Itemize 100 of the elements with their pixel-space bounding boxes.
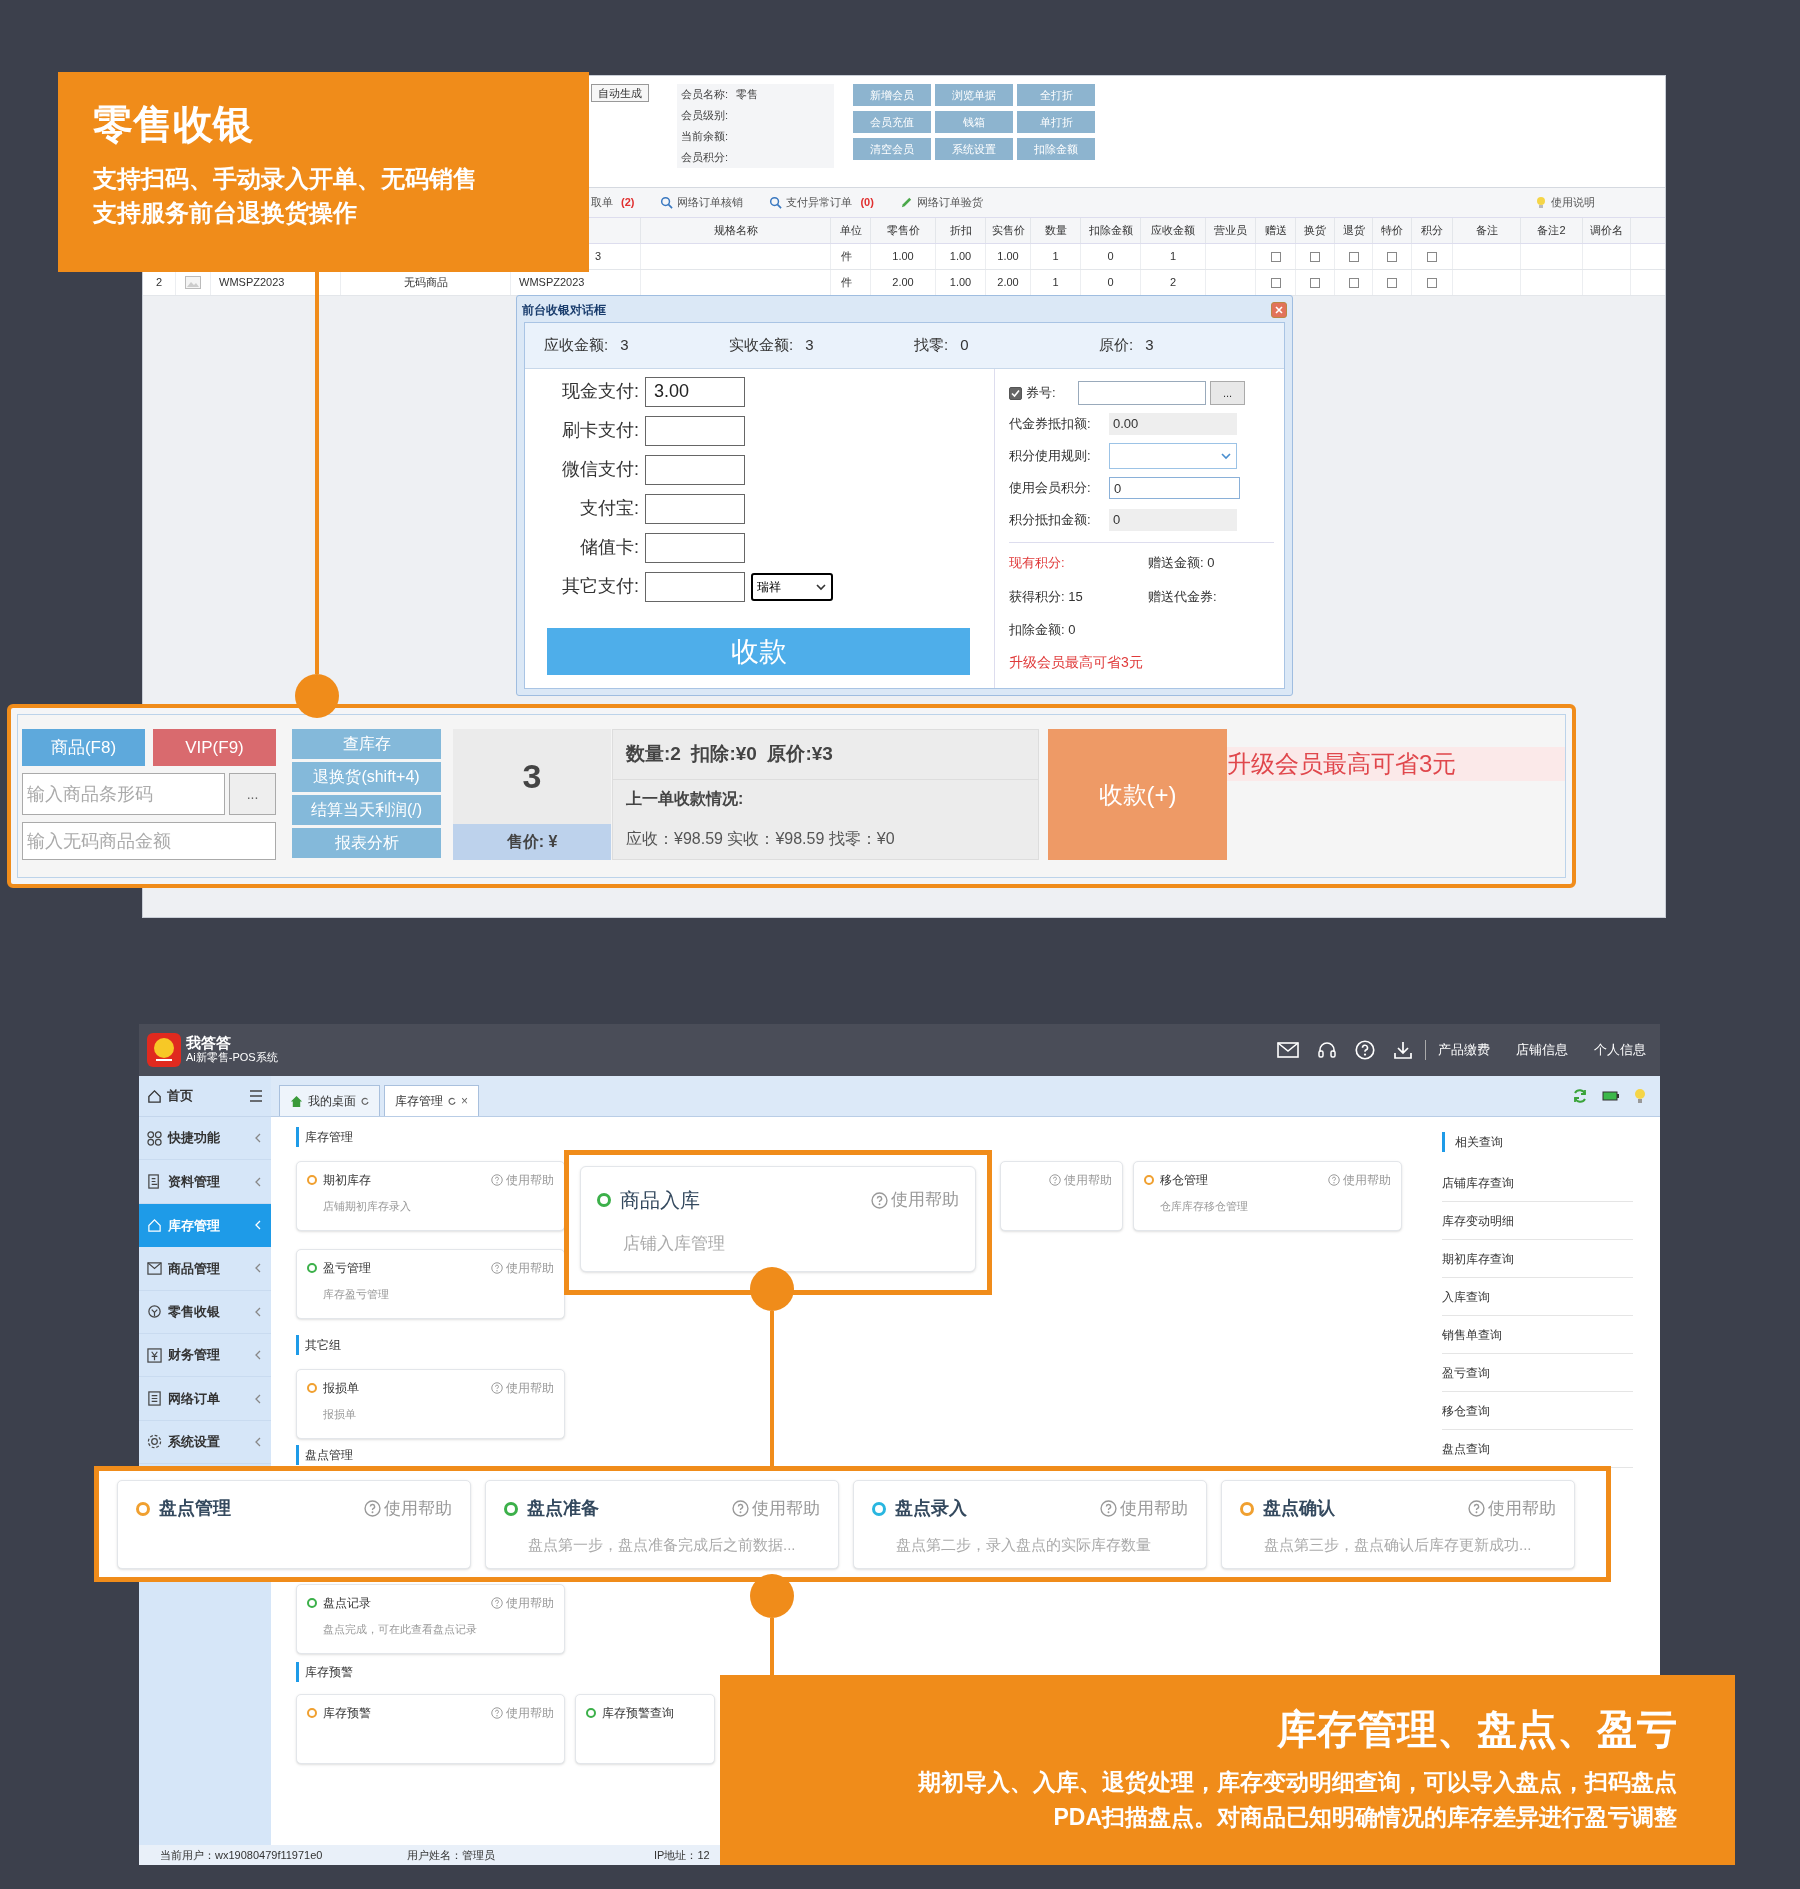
toolbar-link[interactable]: 支付异常订单 (0) xyxy=(769,194,874,211)
query-link[interactable]: 店铺库存查询 xyxy=(1442,1173,1514,1192)
feature-card[interactable]: 库存预警查询 xyxy=(575,1694,715,1764)
section-title: 库存预警 xyxy=(296,1662,353,1682)
refresh-icon[interactable] xyxy=(1572,1088,1588,1104)
field-label: 会员积分: xyxy=(681,150,729,166)
sidebar-item[interactable]: 网络订单 xyxy=(139,1377,271,1421)
column-header: 规格名称 xyxy=(713,223,758,239)
checkbox[interactable] xyxy=(1427,277,1437,288)
sidebar-item[interactable]: 资料管理 xyxy=(139,1160,271,1204)
amount-input[interactable]: 输入无码商品金额 xyxy=(22,822,276,860)
browse-button[interactable]: ... xyxy=(229,773,276,815)
help-icon[interactable] xyxy=(1355,1040,1375,1060)
generate-button[interactable]: 自动生成 xyxy=(591,84,649,102)
card-description: 仓库库存移仓管理 xyxy=(1159,1199,1249,1214)
field-label: 使用会员积分: xyxy=(1009,479,1092,498)
feature-card[interactable]: 库存预警 使用帮助 xyxy=(296,1694,565,1764)
barcode-input[interactable]: 输入商品条形码 xyxy=(22,773,225,815)
headset-icon[interactable] xyxy=(1317,1040,1337,1060)
payment-select[interactable]: 瑞祥 xyxy=(751,572,833,601)
header-link[interactable]: 产品缴费 xyxy=(1438,1040,1490,1060)
checkbox[interactable] xyxy=(1009,386,1022,400)
help-icon xyxy=(491,1597,503,1609)
feature-card[interactable]: 盘点确认 使用帮助 盘点第三步，盘点确认后库存更新成功... xyxy=(1221,1480,1575,1569)
points-input[interactable]: 0 xyxy=(1109,477,1240,499)
list-icon xyxy=(147,1391,162,1407)
query-link[interactable]: 盈亏查询 xyxy=(1442,1363,1490,1382)
status-text: IP地址：12 xyxy=(654,1848,710,1861)
payment-input[interactable] xyxy=(645,454,745,485)
envelope-icon[interactable] xyxy=(1277,1042,1299,1058)
search-icon xyxy=(660,196,674,209)
header-link[interactable]: 个人信息 xyxy=(1594,1040,1646,1060)
card-title: 库存预警查询 xyxy=(602,1705,674,1722)
refresh-icon[interactable] xyxy=(361,1097,369,1105)
voucher-input[interactable] xyxy=(1078,381,1206,405)
checkbox[interactable] xyxy=(1427,251,1437,262)
refresh-icon[interactable] xyxy=(448,1097,456,1105)
checkbox[interactable] xyxy=(1348,251,1359,262)
payment-input[interactable] xyxy=(645,415,745,446)
sidebar-item[interactable]: 财务管理 xyxy=(139,1333,271,1378)
table-cell-text: 2.00 xyxy=(892,275,914,291)
close-button[interactable] xyxy=(1271,302,1287,318)
sidebar-item[interactable]: 商品管理 xyxy=(139,1247,271,1291)
close-icon[interactable] xyxy=(1275,306,1283,314)
feature-card[interactable]: 商品入库 使用帮助 店铺入库管理 xyxy=(580,1166,976,1272)
section-title: 库存管理 xyxy=(296,1127,353,1147)
callout-text: PDA扫描盘点。对商品已知明确情况的库存差异进行盈亏调整 xyxy=(1053,1803,1677,1832)
feature-card[interactable]: 盘点管理 使用帮助 xyxy=(117,1480,471,1569)
payment-input[interactable] xyxy=(645,532,745,563)
checkbox[interactable] xyxy=(1270,251,1281,262)
section-label: 上一单收款情况: xyxy=(626,789,744,809)
browse-button[interactable]: ... xyxy=(1210,381,1245,405)
battery-icon[interactable] xyxy=(1602,1090,1620,1102)
sidebar-item[interactable]: 零售收银 xyxy=(139,1290,271,1334)
feature-card[interactable]: 期初库存 使用帮助 店铺期初库存录入 xyxy=(296,1161,565,1231)
payment-input[interactable]: 3.00 xyxy=(645,376,745,407)
toolbar-link[interactable]: 网络订单核销 xyxy=(660,194,744,211)
payment-input[interactable] xyxy=(645,571,745,602)
chevron-icon xyxy=(254,1263,261,1274)
toolbar-link[interactable]: 网络订单验货 xyxy=(899,194,983,211)
table-cell-text: WMSPZ2023 xyxy=(219,275,285,291)
feature-card[interactable]: 盘点录入 使用帮助 盘点第二步，录入盘点的实际库存数量 xyxy=(853,1480,1207,1569)
help-icon xyxy=(491,1382,503,1394)
summary-value: 3 xyxy=(805,335,814,356)
column-header: 备注2 xyxy=(1537,223,1566,239)
menu-icon[interactable] xyxy=(249,1090,263,1102)
home-link[interactable]: 首页 xyxy=(167,1086,193,1106)
toolbar-link[interactable]: 取单 (2) xyxy=(591,194,635,211)
column-header: 单位 xyxy=(839,223,862,239)
checkbox[interactable] xyxy=(1310,251,1320,262)
bulb-icon[interactable] xyxy=(1634,1087,1646,1105)
payment-input[interactable] xyxy=(645,493,745,524)
card-title: 盘点记录 xyxy=(323,1595,371,1612)
feature-card[interactable]: 盘点记录 使用帮助 盘点完成，可在此查看盘点记录 xyxy=(296,1584,565,1654)
card-description: 店铺入库管理 xyxy=(622,1233,726,1255)
query-link[interactable]: 库存变动明细 xyxy=(1442,1211,1514,1230)
header-link[interactable]: 店铺信息 xyxy=(1516,1040,1568,1060)
query-link[interactable]: 移仓查询 xyxy=(1442,1401,1490,1420)
sidebar-item[interactable]: 系统设置 xyxy=(139,1420,271,1465)
checkbox[interactable] xyxy=(1270,277,1281,288)
checkbox[interactable] xyxy=(1348,277,1359,288)
feature-card[interactable]: 报损单 使用帮助 报损单 xyxy=(296,1369,565,1439)
tab[interactable]: 库存管理 × xyxy=(384,1085,479,1116)
price-label: 售价: ¥ xyxy=(453,824,611,860)
checkbox[interactable] xyxy=(1387,251,1397,262)
query-link[interactable]: 入库查询 xyxy=(1442,1287,1490,1306)
query-link[interactable]: 期初库存查询 xyxy=(1442,1249,1514,1268)
tab[interactable]: 我的桌面 xyxy=(279,1085,380,1116)
feature-card[interactable]: 盘点准备 使用帮助 盘点第一步，盘点准备完成后之前数据... xyxy=(485,1480,839,1569)
feature-card[interactable]: 移仓管理 使用帮助 仓库库存移仓管理 xyxy=(1133,1161,1402,1231)
download-icon[interactable] xyxy=(1393,1040,1413,1060)
table-cell-text: 1.00 xyxy=(892,249,914,265)
rule-select[interactable] xyxy=(1109,443,1237,469)
feature-card[interactable]: 盈亏管理 使用帮助 库存盈亏管理 xyxy=(296,1249,565,1319)
help-link[interactable]: 使用说明 xyxy=(1535,194,1595,211)
checkbox[interactable] xyxy=(1310,277,1320,288)
query-link[interactable]: 盘点查询 xyxy=(1442,1439,1490,1458)
query-link[interactable]: 销售单查询 xyxy=(1442,1325,1502,1344)
checkbox[interactable] xyxy=(1387,277,1397,288)
sidebar-item[interactable]: 快捷功能 xyxy=(139,1117,271,1161)
